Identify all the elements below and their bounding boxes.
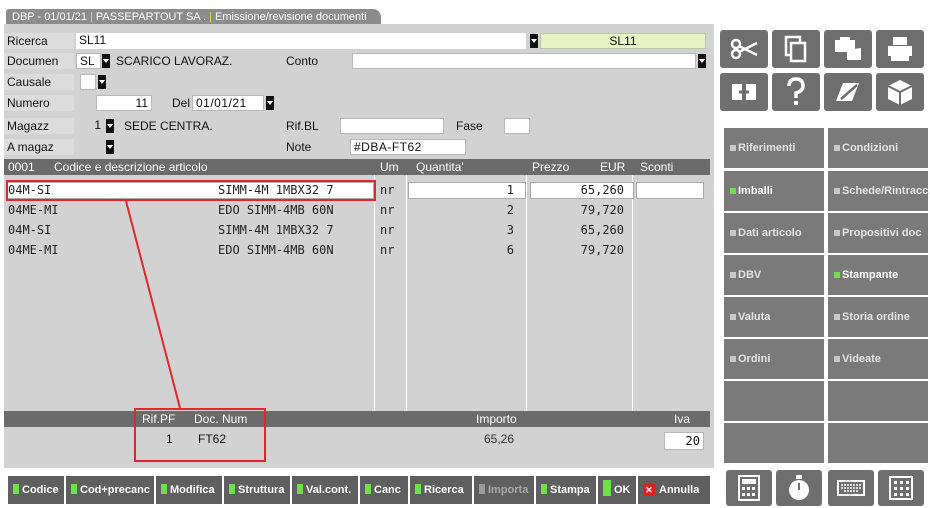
annulla-label: Annulla xyxy=(659,484,700,496)
dati-articolo-button[interactable]: Dati articolo xyxy=(724,213,824,253)
grid-icon[interactable] xyxy=(878,470,924,506)
condizioni-label: Condizioni xyxy=(842,142,899,154)
paste-icon[interactable] xyxy=(824,30,872,68)
imballi-label: Imballi xyxy=(738,185,773,197)
ricerca-button-label: Ricerca xyxy=(424,484,464,496)
empty-function-button[interactable] xyxy=(724,423,824,463)
imballi-button[interactable]: Imballi xyxy=(724,171,824,211)
riferimenti-label: Riferimenti xyxy=(738,142,796,154)
condizioni-button[interactable]: Condizioni xyxy=(828,128,928,168)
calculator-icon[interactable] xyxy=(726,470,772,506)
timer-icon[interactable] xyxy=(776,470,822,506)
empty-function-button[interactable] xyxy=(828,381,928,421)
stampa-button[interactable]: Stampa xyxy=(536,476,596,504)
stampante-button[interactable]: Stampante xyxy=(828,255,928,295)
ricerca-button[interactable]: Ricerca xyxy=(410,476,472,504)
stampa-label: Stampa xyxy=(550,484,590,496)
ok-label: OK xyxy=(614,484,631,496)
storia-ordine-button[interactable]: Storia ordine xyxy=(828,297,928,337)
copy-icon[interactable] xyxy=(772,30,820,68)
app-window: DBP - 01/01/21 | PASSEPARTOUT SA . | Emissio… xyxy=(0,0,930,508)
edit-notes-icon[interactable] xyxy=(824,73,872,111)
schede-rintracc-button[interactable]: Schede/Rintracc. xyxy=(828,171,930,211)
printer-icon[interactable] xyxy=(876,30,924,68)
empty-function-button[interactable] xyxy=(724,381,824,421)
scissors-icon[interactable] xyxy=(720,30,768,68)
bottom-action-bar: Codice Cod+precanc Modifica Struttura Va… xyxy=(4,468,714,508)
propositivi-doc-label: Propositivi doc xyxy=(842,227,922,239)
help-icon[interactable] xyxy=(772,73,820,111)
annulla-button[interactable]: ✕ Annulla xyxy=(638,476,710,504)
propositivi-doc-button[interactable]: Propositivi doc xyxy=(828,213,928,253)
close-icon: ✕ xyxy=(643,484,655,496)
videate-label: Videate xyxy=(842,353,881,365)
dbv-label: DBV xyxy=(738,269,762,281)
codice-button[interactable]: Codice xyxy=(8,476,64,504)
ordini-label: Ordini xyxy=(738,353,771,365)
struttura-label: Struttura xyxy=(238,484,285,496)
cod-precanc-button[interactable]: Cod+precanc xyxy=(66,476,154,504)
riferimenti-button[interactable]: Riferimenti xyxy=(724,128,824,168)
modifica-label: Modifica xyxy=(170,484,215,496)
dbv-button[interactable]: DBV xyxy=(724,255,824,295)
struttura-button[interactable]: Struttura xyxy=(224,476,290,504)
ordini-button[interactable]: Ordini xyxy=(724,339,824,379)
importa-label: Importa xyxy=(488,484,529,496)
transfer-icon[interactable] xyxy=(720,73,768,111)
canc-button[interactable]: Canc xyxy=(360,476,408,504)
dati-articolo-label: Dati articolo xyxy=(738,227,802,239)
stampante-label: Stampante xyxy=(842,269,899,281)
val-cont-label: Val.cont. xyxy=(306,484,352,496)
valuta-button[interactable]: Valuta xyxy=(724,297,824,337)
keyboard-icon[interactable] xyxy=(828,470,874,506)
val-cont-button[interactable]: Val.cont. xyxy=(292,476,358,504)
box-icon[interactable] xyxy=(876,73,924,111)
videate-button[interactable]: Videate xyxy=(828,339,928,379)
canc-label: Canc xyxy=(374,484,401,496)
valuta-label: Valuta xyxy=(738,311,771,323)
modifica-button[interactable]: Modifica xyxy=(156,476,222,504)
codice-label: Codice xyxy=(22,484,59,496)
cod-precanc-label: Cod+precanc xyxy=(80,484,150,496)
empty-function-button[interactable] xyxy=(828,423,928,463)
schede-rintracc-label: Schede/Rintracc. xyxy=(842,185,930,197)
storia-ordine-label: Storia ordine xyxy=(842,311,910,323)
ok-button[interactable]: OK xyxy=(598,476,636,504)
importa-button[interactable]: Importa xyxy=(474,476,534,504)
